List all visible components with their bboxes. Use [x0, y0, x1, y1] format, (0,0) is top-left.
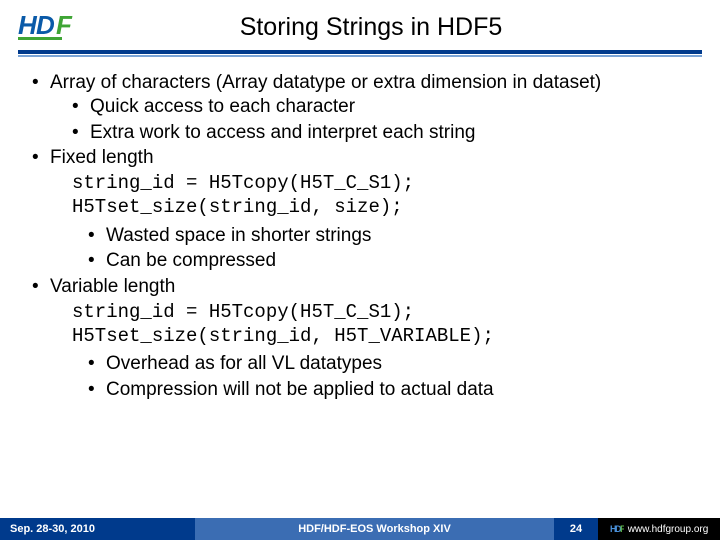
code-fixed-length: string_id = H5Tcopy(H5T_C_S1); H5Tset_si…: [28, 172, 692, 220]
footer-url-area: H D F www.hdfgroup.org: [598, 518, 720, 540]
bullet-can-compress: Can be compressed: [88, 249, 692, 273]
bullet-quick-access: Quick access to each character: [72, 95, 692, 119]
hdf-logo-icon: H D F: [18, 10, 80, 44]
slide-footer: Sep. 28-30, 2010 HDF/HDF-EOS Workshop XI…: [0, 518, 720, 540]
bullet-wasted-space: Wasted space in shorter strings: [88, 224, 692, 248]
svg-text:D: D: [36, 10, 55, 40]
bullet-no-compression: Compression will not be applied to actua…: [88, 378, 692, 402]
bullet-overhead: Overhead as for all VL datatypes: [88, 352, 692, 376]
footer-date: Sep. 28-30, 2010: [0, 518, 195, 540]
slide-title: Storing Strings in HDF5: [80, 13, 702, 42]
bullet-fixed-length: Fixed length: [32, 146, 692, 170]
footer-event: HDF/HDF-EOS Workshop XIV: [195, 518, 554, 540]
svg-text:F: F: [56, 10, 73, 40]
svg-text:F: F: [620, 524, 624, 534]
bullet-variable-length: Variable length: [32, 275, 692, 299]
bullet-text: Array of characters (Array datatype or e…: [50, 72, 601, 93]
bullet-array-of-characters: Array of characters (Array datatype or e…: [32, 71, 692, 144]
code-variable-length: string_id = H5Tcopy(H5T_C_S1); H5Tset_si…: [28, 301, 692, 349]
svg-text:H: H: [18, 10, 38, 40]
footer-page-number: 24: [554, 518, 598, 540]
hdf-mini-logo-icon: H D F: [610, 523, 624, 535]
title-divider: [0, 44, 720, 57]
footer-url: www.hdfgroup.org: [628, 524, 709, 535]
slide-header: H D F Storing Strings in HDF5: [0, 0, 720, 44]
slide-content: Array of characters (Array datatype or e…: [0, 57, 720, 402]
bullet-extra-work: Extra work to access and interpret each …: [72, 121, 692, 145]
